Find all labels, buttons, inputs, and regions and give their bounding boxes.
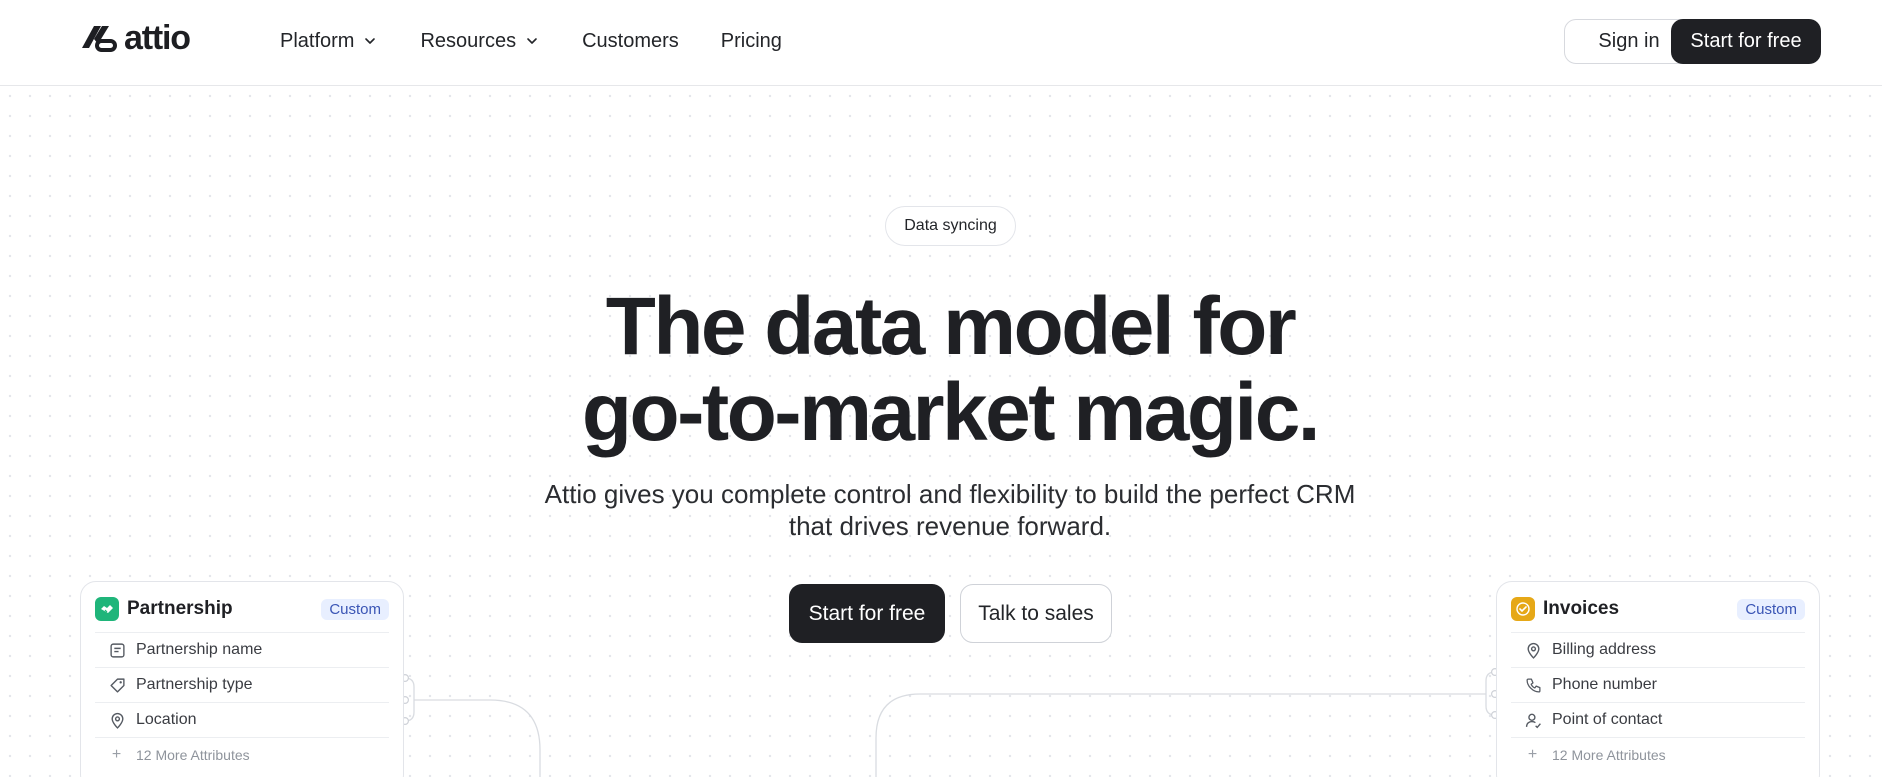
nav-item-resources[interactable]: Resources <box>420 28 540 54</box>
attribute-label: Billing address <box>1552 641 1657 658</box>
tag-icon <box>110 677 125 693</box>
card-title: Partnership <box>127 598 233 619</box>
data-syncing-badge: Data syncing <box>885 206 1016 246</box>
nav-item-label: Platform <box>280 30 355 52</box>
plus-icon: + <box>1527 746 1538 763</box>
card-title: Invoices <box>1543 598 1620 619</box>
hero-headline: The data model for go-to-market magic. <box>0 284 1882 456</box>
map-pin-icon <box>1527 642 1540 659</box>
map-pin-icon <box>111 712 124 729</box>
subheading-line-2: that drives revenue forward. <box>788 511 1112 541</box>
card-header: Invoices Custom <box>1511 596 1805 622</box>
more-attributes-label: 12 More Attributes <box>1552 747 1666 763</box>
brand-name: attio <box>124 19 191 57</box>
card-header: Partnership Custom <box>95 596 389 622</box>
attribute-row[interactable]: Billing address <box>1511 632 1805 667</box>
text-field-icon <box>110 642 125 658</box>
nav-item-pricing[interactable]: Pricing <box>721 28 782 54</box>
main-nav: Platform Resources Customers Pricing <box>280 28 824 54</box>
headline-line-1: The data model for <box>605 281 1297 372</box>
chevron-down-icon <box>527 38 537 44</box>
user-contact-icon <box>1525 713 1541 728</box>
invoices-object-card: Invoices Custom Billing address Phone nu… <box>1496 581 1820 777</box>
attribute-row[interactable]: Partnership name <box>95 632 389 667</box>
attribute-label: Point of contact <box>1552 711 1663 728</box>
attio-logo[interactable]: attio <box>80 19 191 57</box>
attribute-label: Partnership type <box>136 676 253 693</box>
start-for-free-button[interactable]: Start for free <box>789 584 945 643</box>
site-header: attio Platform Resources Customers Prici… <box>0 0 1882 86</box>
nav-item-customers[interactable]: Customers <box>582 28 679 54</box>
custom-badge: Custom <box>321 598 389 620</box>
more-attributes-label: 12 More Attributes <box>136 747 250 763</box>
attribute-row[interactable]: Phone number <box>1511 667 1805 702</box>
start-for-free-header-button[interactable]: Start for free <box>1671 19 1821 64</box>
plus-icon: + <box>111 746 122 763</box>
talk-to-sales-button[interactable]: Talk to sales <box>960 584 1112 643</box>
custom-badge: Custom <box>1737 598 1805 620</box>
more-attributes-row[interactable]: + 12 More Attributes <box>1511 737 1805 772</box>
nav-item-label: Pricing <box>720 30 782 52</box>
attribute-label: Location <box>136 711 197 728</box>
subheading-line-1: Attio gives you complete control and fle… <box>544 479 1356 509</box>
nav-item-label: Customers <box>582 30 679 52</box>
attio-logo-icon <box>82 26 117 52</box>
attribute-label: Partnership name <box>136 641 263 658</box>
attribute-label: Phone number <box>1552 676 1657 693</box>
headline-line-2: go-to-market magic. <box>581 367 1321 458</box>
chevron-down-icon <box>365 38 376 44</box>
check-badge-icon <box>1511 597 1535 621</box>
partnership-object-card: Partnership Custom Partnership name Part… <box>80 581 404 777</box>
attribute-row[interactable]: Partnership type <box>95 667 389 702</box>
more-attributes-row[interactable]: + 12 More Attributes <box>95 737 389 772</box>
attribute-row[interactable]: Location <box>95 702 389 737</box>
phone-icon <box>1526 677 1541 693</box>
nav-item-platform[interactable]: Platform <box>280 28 378 54</box>
hero-subheading: Attio gives you complete control and fle… <box>500 478 1400 542</box>
handshake-icon <box>95 597 119 621</box>
nav-item-label: Resources <box>420 30 517 52</box>
attribute-row[interactable]: Point of contact <box>1511 702 1805 737</box>
